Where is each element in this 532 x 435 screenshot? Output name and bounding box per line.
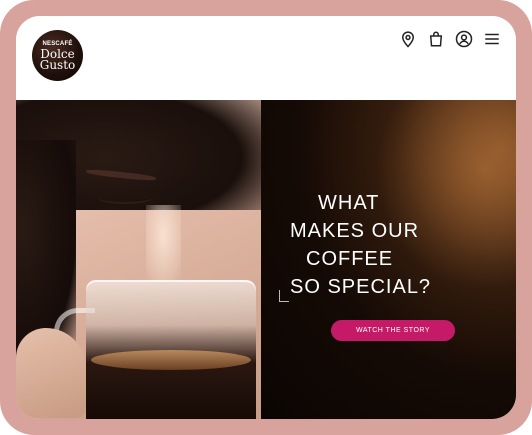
- watch-the-story-button[interactable]: WATCH THE STORY: [331, 320, 455, 341]
- shopping-bag-icon[interactable]: [427, 30, 445, 48]
- logo-line-2: Gusto: [39, 57, 76, 72]
- headline-line-4: SO SPECIAL?: [290, 276, 432, 298]
- header-actions: [399, 30, 501, 48]
- screen: NESCAFÉ Dolce Gusto WHAT MAKES OUR COFFE…: [16, 16, 516, 419]
- hamburger-menu-icon[interactable]: [483, 30, 501, 48]
- logo-brand: NESCAFÉ: [42, 40, 73, 47]
- user-account-icon[interactable]: [455, 30, 473, 48]
- hero-headline: WHAT MAKES OUR COFFEE SO SPECIAL?: [278, 189, 516, 301]
- hero-banner: WHAT MAKES OUR COFFEE SO SPECIAL? WATCH …: [16, 100, 516, 419]
- headline-line-3: COFFEE: [306, 248, 394, 270]
- nescafe-dolce-gusto-logo[interactable]: NESCAFÉ Dolce Gusto: [32, 30, 83, 81]
- woman-drinking-coffee-photo: [16, 100, 261, 419]
- location-pin-icon[interactable]: [399, 30, 417, 48]
- headline-line-1: WHAT: [318, 192, 380, 214]
- site-header: NESCAFÉ Dolce Gusto: [16, 16, 516, 100]
- headline-line-2: MAKES OUR: [290, 220, 420, 242]
